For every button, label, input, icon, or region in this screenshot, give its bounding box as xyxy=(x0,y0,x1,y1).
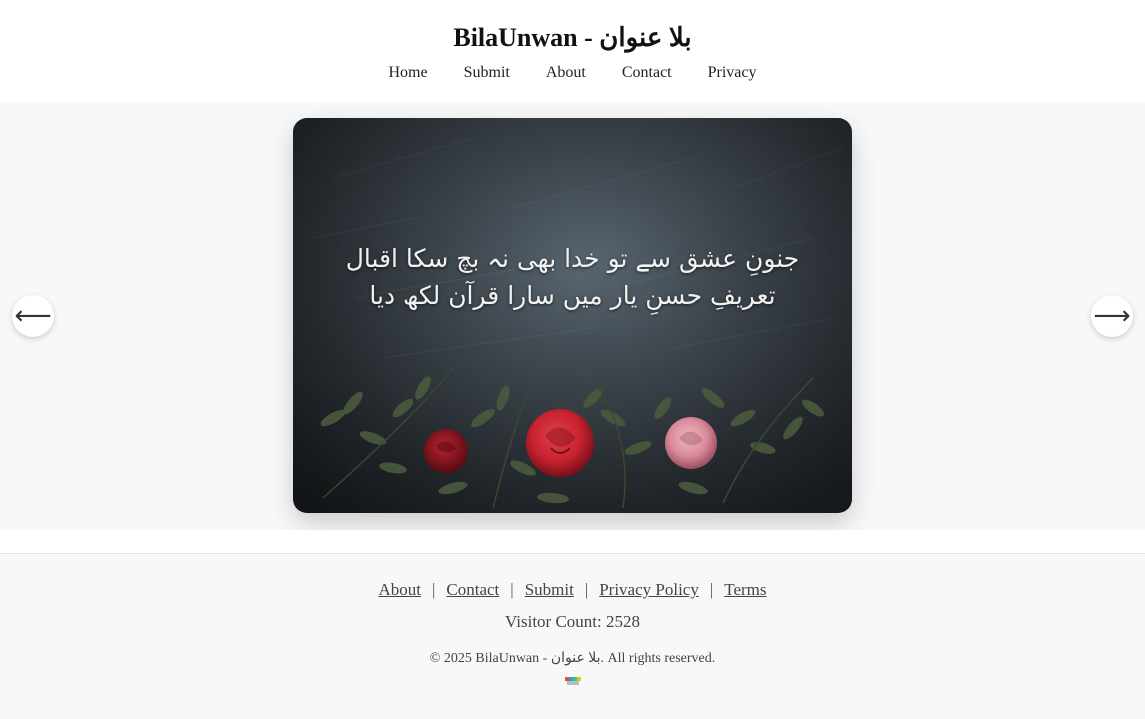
footer-separator: | xyxy=(510,580,514,599)
poetry-slide[interactable]: جنونِ عشق سے تو خدا بھی نہ بچ سکا اقبال … xyxy=(293,118,852,513)
poem-line-1: جنونِ عشق سے تو خدا بھی نہ بچ سکا اقبال xyxy=(345,244,800,273)
footer-separator: | xyxy=(584,580,589,599)
site-header: BilaUnwan - بلا عنوان Home Submit About … xyxy=(0,0,1145,102)
footer-link-submit[interactable]: Submit xyxy=(525,580,574,599)
footer-link-privacy-policy[interactable]: Privacy Policy xyxy=(599,580,699,599)
nav-submit[interactable]: Submit xyxy=(464,63,510,83)
carousel-next-button[interactable]: ⟶ xyxy=(1091,295,1133,337)
footer-link-about[interactable]: About xyxy=(378,580,421,599)
poem-line-2: تعریفِ حسنِ یار میں سارا قرآن لکھ دیا xyxy=(369,281,776,310)
footer-link-contact[interactable]: Contact xyxy=(446,580,499,599)
nav-privacy[interactable]: Privacy xyxy=(708,63,757,83)
arrow-left-icon: ⟵ xyxy=(14,301,52,331)
visitor-count: Visitor Count: 2528 xyxy=(505,612,640,631)
nav-home[interactable]: Home xyxy=(389,63,428,83)
footer-separator: | xyxy=(709,580,714,599)
carousel-prev-button[interactable]: ⟵ xyxy=(12,295,54,337)
footer-link-terms[interactable]: Terms xyxy=(724,580,766,599)
footer-separator: | xyxy=(431,580,436,599)
arrow-right-icon: ⟶ xyxy=(1093,301,1131,331)
site-title[interactable]: BilaUnwan - بلا عنوان xyxy=(0,0,1145,54)
nav-contact[interactable]: Contact xyxy=(622,63,672,83)
nav-about[interactable]: About xyxy=(546,63,586,83)
poetry-carousel: ⟵ جنونِ عشق سے تو خدا بھی نہ بچ سکا اقبا… xyxy=(0,102,1145,530)
copyright-text: © 2025 BilaUnwan - بلا عنوان. All rights… xyxy=(429,651,716,666)
footer-links: About | Contact | Submit | Privacy Policy | Term… xyxy=(0,579,1145,601)
section-divider xyxy=(0,530,1145,554)
site-footer: About | Contact | Submit | Privacy Policy | Term… xyxy=(0,554,1145,719)
poem-text: جنونِ عشق سے تو خدا بھی نہ بچ سکا اقبال … xyxy=(293,240,852,314)
visitor-badge-icon xyxy=(564,677,581,685)
top-nav: Home Submit About Contact Privacy xyxy=(0,63,1145,83)
slide-background-image xyxy=(293,118,852,513)
